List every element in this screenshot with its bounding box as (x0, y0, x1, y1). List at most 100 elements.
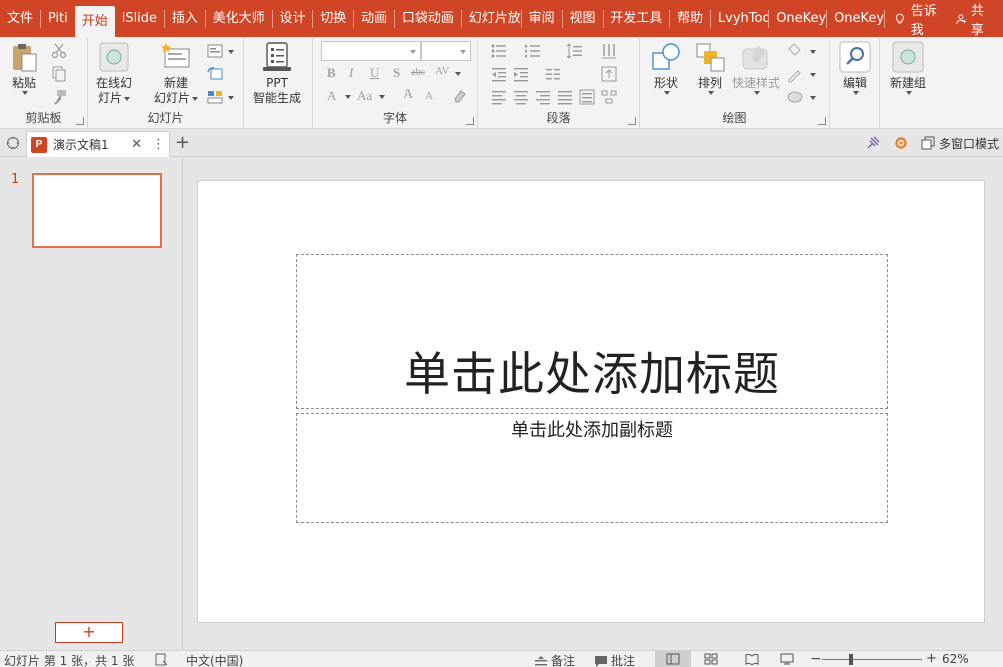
shape-fill-icon[interactable] (786, 42, 804, 60)
tab-home[interactable]: 开始 (74, 6, 115, 37)
shape-effects-icon[interactable] (786, 88, 804, 106)
bold-button[interactable]: B (327, 65, 336, 81)
close-icon[interactable]: ✕ (131, 137, 142, 152)
multi-window-button[interactable]: 多窗口模式 (921, 135, 1003, 152)
share-button[interactable]: 共享 (952, 0, 1003, 38)
shapes-button[interactable]: 形状 (650, 41, 682, 95)
accessibility-icon[interactable] (155, 653, 169, 666)
strikethrough-button[interactable]: abc (411, 67, 425, 78)
chevron-down-icon[interactable] (810, 73, 816, 77)
align-center-icon[interactable] (512, 88, 530, 106)
shape-outline-icon[interactable] (786, 65, 804, 83)
font-name-combo[interactable] (321, 41, 421, 61)
tab-help[interactable]: 帮助 (670, 0, 710, 37)
zoom-in-button[interactable]: + (926, 651, 937, 666)
tab-transitions[interactable]: 切换 (313, 0, 353, 37)
copy-icon[interactable] (50, 65, 68, 83)
numbering-icon[interactable] (524, 42, 542, 60)
chevron-down-icon[interactable] (810, 50, 816, 54)
align-right-icon[interactable] (534, 88, 552, 106)
scissors-icon[interactable] (50, 42, 68, 60)
italic-button[interactable]: I (349, 65, 353, 81)
text-direction-icon[interactable] (600, 42, 618, 60)
tab-review[interactable]: 审阅 (522, 0, 562, 37)
font-size-combo[interactable] (421, 41, 471, 61)
pin-icon[interactable] (865, 135, 881, 151)
chevron-down-icon[interactable] (379, 95, 385, 99)
line-spacing-icon[interactable] (566, 42, 584, 60)
font-launcher[interactable] (466, 117, 474, 125)
new-tab-plus-icon[interactable]: + (175, 132, 190, 153)
change-case-button[interactable]: Aa (357, 88, 372, 104)
tab-islide[interactable]: iSlide (115, 0, 164, 37)
paragraph-launcher[interactable] (628, 117, 636, 125)
tab-meihua[interactable]: 美化大师 (206, 0, 272, 37)
increase-indent-icon[interactable] (512, 65, 530, 83)
tab-insert[interactable]: 插入 (165, 0, 205, 37)
columns-icon[interactable] (544, 65, 562, 83)
slide-thumbnail[interactable] (32, 173, 162, 248)
drawing-launcher[interactable] (818, 117, 826, 125)
distributed-icon[interactable] (578, 88, 596, 106)
chevron-down-icon[interactable] (228, 96, 234, 100)
tab-piti[interactable]: Piti (41, 0, 75, 37)
zoom-out-button[interactable]: − (810, 651, 822, 667)
more-icon[interactable]: ⋮ (152, 137, 165, 152)
tab-file[interactable]: 文件 (0, 0, 40, 37)
section-icon[interactable] (206, 88, 224, 106)
chevron-down-icon[interactable] (228, 50, 234, 54)
tab-slideshow[interactable]: 幻灯片放映 (462, 0, 521, 37)
new-group-button[interactable]: 新建组 (890, 41, 926, 95)
zoom-slider-thumb[interactable] (849, 654, 853, 665)
slideshow-icon[interactable] (780, 653, 794, 665)
tab-view[interactable]: 视图 (562, 0, 602, 37)
chevron-down-icon[interactable] (345, 95, 351, 99)
tab-lvyhtools[interactable]: LvyhTools (711, 0, 768, 37)
bullets-icon[interactable] (490, 42, 508, 60)
tab-design[interactable]: 设计 (272, 0, 312, 37)
editing-button[interactable]: 编辑 (839, 41, 871, 95)
gear-icon[interactable] (893, 135, 909, 151)
grow-font-button[interactable]: A (403, 87, 413, 103)
align-text-icon[interactable] (600, 65, 618, 83)
add-slide-button[interactable]: + (55, 622, 123, 643)
smartart-icon[interactable] (600, 88, 618, 106)
tab-onekey-2[interactable]: OneKey 8 (827, 0, 884, 37)
underline-button[interactable]: U (370, 65, 379, 81)
paste-button[interactable]: 粘贴 (8, 41, 40, 95)
tell-me-box[interactable]: 告诉我 (885, 0, 952, 38)
ppt-generate-button[interactable]: PPT 智能生成 (253, 41, 301, 106)
comments-button[interactable]: 批注 (594, 652, 635, 667)
quick-styles-button[interactable]: 快速样式 (732, 41, 780, 95)
tab-onekey-1[interactable]: OneKey 8 (769, 0, 826, 37)
font-color-button[interactable]: A (327, 88, 336, 104)
slide-sorter-icon[interactable] (704, 653, 718, 665)
normal-view-button[interactable] (655, 651, 691, 667)
tab-developer[interactable]: 开发工具 (603, 0, 669, 37)
char-spacing-button[interactable]: AV (435, 65, 449, 77)
clipboard-launcher[interactable] (76, 117, 84, 125)
clear-format-icon[interactable] (451, 87, 469, 105)
justify-icon[interactable] (556, 88, 574, 106)
subtitle-placeholder[interactable]: 单击此处添加副标题 (296, 413, 888, 523)
online-slides-button[interactable]: 在线幻 灯片 (96, 41, 132, 106)
language[interactable]: 中文(中国) (186, 652, 243, 667)
reset-icon[interactable] (206, 65, 224, 83)
zoom-level[interactable]: 62% (942, 652, 969, 666)
tab-menu-icon[interactable] (5, 135, 21, 151)
format-painter-icon[interactable] (50, 88, 68, 106)
tab-pocket-animation[interactable]: 口袋动画 (395, 0, 461, 37)
document-tab[interactable]: P 演示文稿1 ✕ ⋮ (26, 131, 170, 157)
chevron-down-icon[interactable] (455, 72, 461, 76)
reading-view-icon[interactable] (745, 653, 759, 665)
zoom-slider-track[interactable] (822, 659, 922, 660)
decrease-indent-icon[interactable] (490, 65, 508, 83)
shrink-font-button[interactable]: A (425, 90, 433, 102)
chevron-down-icon[interactable] (810, 96, 816, 100)
arrange-button[interactable]: 排列 (694, 41, 726, 95)
title-placeholder[interactable]: 单击此处添加标题 (296, 254, 888, 409)
align-left-icon[interactable] (490, 88, 508, 106)
new-slide-button[interactable]: 新建 幻灯片 (154, 41, 199, 106)
tab-animations[interactable]: 动画 (354, 0, 394, 37)
slide-canvas[interactable]: 单击此处添加标题 单击此处添加副标题 (197, 180, 985, 623)
